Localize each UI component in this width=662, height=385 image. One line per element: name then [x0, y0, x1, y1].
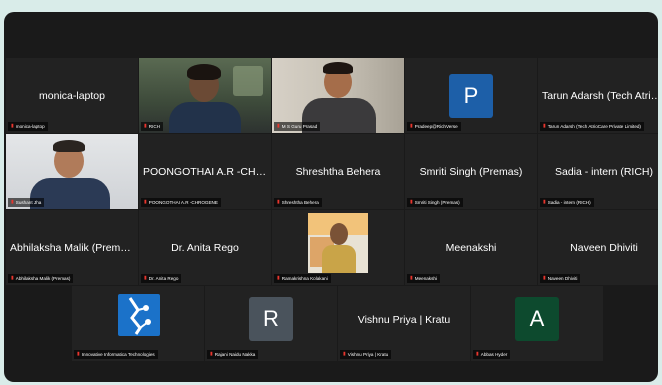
- participant-label: ▮ Abbas Hyder: [473, 350, 511, 359]
- participant-label: ▮ Dr. Anita Rego: [141, 274, 182, 283]
- participant-avatar: A: [515, 297, 559, 341]
- muted-mic-icon: ▮: [144, 199, 147, 205]
- participant-label: ▮ Smriti Singh (Premas): [407, 198, 463, 207]
- participant-avatar: R: [249, 297, 293, 341]
- muted-mic-icon: ▮: [144, 123, 147, 129]
- participant-label: ▮ POONGOTHAI A.R -CHROGENE: [141, 198, 221, 207]
- participant-name: monica-laptop: [39, 89, 105, 102]
- muted-mic-icon: ▮: [343, 351, 346, 357]
- company-logo: [118, 294, 160, 336]
- participant-name: Naveen Dhiviti: [570, 241, 638, 254]
- participant-tile[interactable]: Tarun Adarsh (Tech AtrioCar... ▮Tarun Ad…: [538, 58, 658, 133]
- participant-tile[interactable]: ▮ M S Guru Prasad: [272, 58, 404, 133]
- participant-name: Shreshtha Behera: [295, 165, 381, 178]
- participant-tile[interactable]: Dr. Anita Rego ▮ Dr. Anita Rego: [139, 210, 271, 285]
- participant-tile[interactable]: Meenakshi ▮ Meenakshi: [405, 210, 537, 285]
- muted-mic-icon: ▮: [11, 123, 14, 129]
- participant-avatar: P: [449, 73, 493, 118]
- muted-mic-icon: ▮: [144, 275, 147, 281]
- muted-mic-icon: ▮: [543, 275, 546, 281]
- participant-name: Sadia - intern (RICH): [554, 165, 654, 178]
- muted-mic-icon: ▮: [11, 199, 14, 205]
- participant-label: ▮ Tarun Adarsh (Tech AtrioCare Private Li…: [540, 122, 644, 131]
- participant-tile[interactable]: Naveen Dhiviti ▮ Naveen Dhiviti: [538, 210, 658, 285]
- participant-name: Vishnu Priya | Kratu: [357, 313, 451, 326]
- participant-tile[interactable]: ▮ Sushant Jha: [6, 134, 138, 209]
- muted-mic-icon: ▮: [11, 275, 14, 281]
- participant-tile-active-speaker[interactable]: ▮ RICH: [139, 58, 271, 133]
- participant-label: ▮ Shreshtha Behera: [274, 198, 322, 207]
- participant-name: Meenakshi: [445, 241, 497, 254]
- participant-name: Dr. Anita Rego: [171, 241, 239, 254]
- muted-mic-icon: ▮: [410, 275, 413, 281]
- participant-tile[interactable]: Abhilaksha Malik (Premas) ▮ Abhilaksha Ma…: [6, 210, 138, 285]
- participant-tile[interactable]: Smriti Singh (Premas) ▮ Smriti Singh (Pre…: [405, 134, 537, 209]
- muted-mic-icon: ▮: [543, 199, 546, 205]
- muted-mic-icon: ▮: [277, 123, 280, 129]
- participant-label: ▮ RICH: [141, 122, 163, 131]
- participant-label: ▮ Ramakrishna Kolakani: [274, 274, 331, 283]
- participant-tile[interactable]: A ▮ Abbas Hyder: [471, 286, 603, 361]
- participant-label: ▮ Vishnu Priya | Kratu: [340, 350, 392, 359]
- participant-tile[interactable]: Vishnu Priya | Kratu ▮ Vishnu Priya | Kra…: [338, 286, 470, 361]
- participant-name: Smriti Singh (Premas): [419, 165, 523, 178]
- muted-mic-icon: ▮: [476, 351, 479, 357]
- participant-label: ▮ Sushant Jha: [8, 198, 45, 207]
- participant-tile[interactable]: P ▮ Pradeep@RichVerse: [405, 58, 537, 133]
- participant-label: ▮ Innovative Informatica Technologies: [74, 350, 158, 359]
- participant-label: ▮ Rajani Naidu Nakka: [207, 350, 259, 359]
- muted-mic-icon: ▮: [410, 123, 413, 129]
- participant-photo: [308, 213, 368, 273]
- meeting-gallery-view: monica-laptop ▮ monica-laptop ▮ RICH ▮ M S …: [4, 12, 658, 382]
- muted-mic-icon: ▮: [210, 351, 213, 357]
- participant-label: ▮ Meenakshi: [407, 274, 440, 283]
- participant-tile[interactable]: POONGOTHAI A.R -CHROG... ▮POONGOTHAI A.R…: [139, 134, 271, 209]
- muted-mic-icon: ▮: [277, 199, 280, 205]
- participant-tile[interactable]: Sadia - intern (RICH) ▮ Sadia - intern (R…: [538, 134, 658, 209]
- participant-label: ▮ Abhilaksha Malik (Premas): [8, 274, 74, 283]
- participant-name: Tarun Adarsh (Tech AtrioCar...: [542, 89, 658, 102]
- participant-label: ▮ M S Guru Prasad: [274, 122, 321, 131]
- muted-mic-icon: ▮: [410, 199, 413, 205]
- participant-tile[interactable]: ▮ Ramakrishna Kolakani: [272, 210, 404, 285]
- participant-tile[interactable]: Shreshtha Behera ▮ Shreshtha Behera: [272, 134, 404, 209]
- muted-mic-icon: ▮: [277, 275, 280, 281]
- participant-tile[interactable]: ▮ Innovative Informatica Technologies: [72, 286, 204, 361]
- participant-label: ▮ Sadia - intern (RICH): [540, 198, 594, 207]
- participant-name: Abhilaksha Malik (Premas): [10, 241, 135, 254]
- muted-mic-icon: ▮: [543, 123, 546, 129]
- participant-tile[interactable]: R ▮ Rajani Naidu Nakka: [205, 286, 337, 361]
- participant-name: POONGOTHAI A.R -CHROG...: [143, 165, 271, 178]
- participant-tile[interactable]: monica-laptop ▮ monica-laptop: [6, 58, 138, 133]
- participant-label: ▮ Pradeep@RichVerse: [407, 122, 461, 131]
- participant-label: ▮ Naveen Dhiviti: [540, 274, 581, 283]
- participant-label: ▮ monica-laptop: [8, 122, 48, 131]
- muted-mic-icon: ▮: [77, 351, 80, 357]
